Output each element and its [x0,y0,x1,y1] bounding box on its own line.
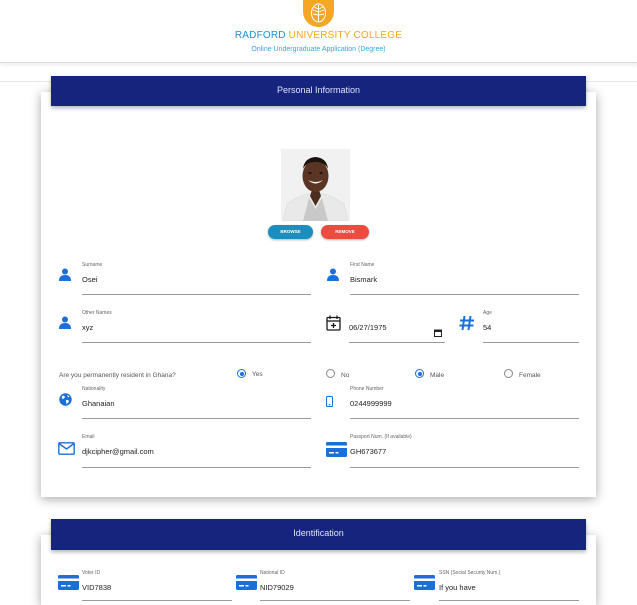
nationality-label: Nationality [82,386,106,392]
card-icon [414,575,435,595]
phone-number-label: Phone Number [350,386,384,392]
age-field[interactable]: Age 54 [483,310,579,343]
email-field[interactable]: Email djkcipher@gmail.com [82,434,311,468]
other-names-field[interactable]: Other Names xyz [82,310,311,343]
national-id-label: National ID [260,570,285,576]
page-subtitle: Online Undergraduate Application (Degree… [251,46,386,53]
age-value: 54 [483,323,492,332]
person-icon [59,268,71,286]
other-names-value: xyz [82,323,94,332]
first-name-field[interactable]: First Name Bismark [350,262,579,295]
voter-id-value: VID7838 [82,583,112,592]
email-label: Email [82,434,95,440]
resident-yes-radio[interactable] [237,369,246,378]
gender-male-radio[interactable] [415,369,424,378]
ssn-value: If you have [439,583,476,592]
nationality-field[interactable]: Nationality Ghanaian [82,386,311,419]
resident-question: Are you permanently resident in Ghana? [59,372,176,379]
email-value: djkcipher@gmail.com [82,447,154,456]
date-of-birth-value: 06/27/1975 [349,323,387,332]
age-label: Age [483,310,492,316]
first-name-label: First Name [350,262,375,268]
other-names-label: Other Names [82,310,112,316]
app-header: RADFORD UNIVERSITY COLLEGE Online Underg… [0,0,637,63]
calendar-add-icon [326,315,341,336]
voter-id-field[interactable]: Voter ID VID7838 [82,570,232,601]
globe-icon [59,393,72,411]
remove-button[interactable]: REMOVE [321,225,369,239]
applicant-photo [281,149,350,222]
college-logo [303,0,334,27]
hash-icon [459,315,475,336]
national-id-value: NID79029 [260,583,294,592]
surname-field[interactable]: Surname Osei [82,262,311,295]
resident-yes-label: Yes [252,371,263,378]
mail-icon [58,442,75,460]
date-of-birth-field[interactable]: 06/27/1975 [349,310,445,343]
resident-no-label: No [341,372,350,379]
identification-header: Identification [51,519,586,550]
person-icon [59,316,71,334]
gender-female-radio[interactable] [504,369,513,378]
college-name: RADFORD UNIVERSITY COLLEGE [234,30,403,41]
card-icon [58,575,79,595]
passport-number-field[interactable]: Passport Num. (If available) GH673677 [350,434,579,468]
personal-information-header: Personal Information [51,76,586,106]
voter-id-label: Voter ID [82,570,101,576]
passport-number-label: Passport Num. (If available) [350,434,412,440]
surname-value: Osei [82,275,98,284]
surname-label: Surname [82,262,103,268]
national-id-field[interactable]: National ID NID79029 [260,570,410,601]
ssn-field[interactable]: SSN (Social Security Num.) If you have [439,570,579,601]
browse-button[interactable]: BROWSE [268,225,313,239]
first-name-value: Bismark [350,275,378,284]
ssn-label: SSN (Social Security Num.) [439,570,501,576]
passport-number-value: GH673677 [350,447,387,456]
calendar-picker-icon[interactable] [434,324,442,342]
phone-icon [325,394,334,412]
card-icon [326,442,347,462]
resident-no-radio[interactable] [326,369,335,378]
card-icon [236,575,257,595]
gender-female-label: Female [519,372,541,379]
gender-male-label: Male [430,372,445,379]
person-icon [327,268,339,286]
phone-number-field[interactable]: Phone Number 0244999999 [350,386,579,419]
phone-number-value: 0244999999 [350,399,392,408]
nationality-value: Ghanaian [82,399,115,408]
